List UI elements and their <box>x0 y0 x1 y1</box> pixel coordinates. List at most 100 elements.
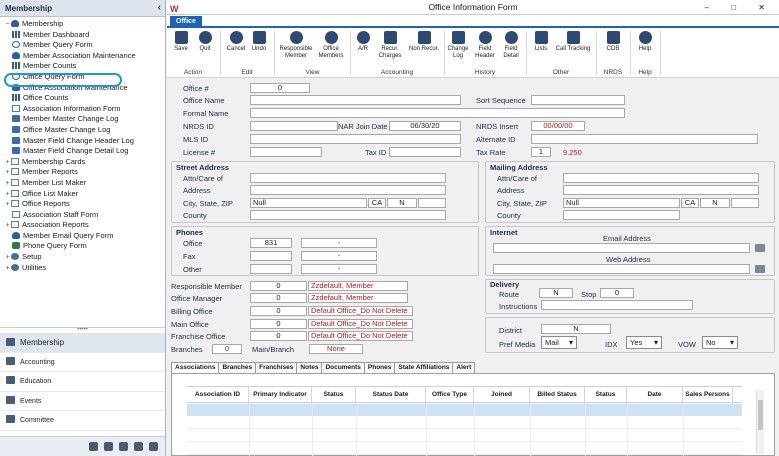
database-icon[interactable] <box>89 442 98 451</box>
nar-join-date-field[interactable]: 06/30/20 <box>389 121 461 131</box>
sidebar-item-office-query-form[interactable]: Office Query Form <box>0 72 165 83</box>
sidebar-item-member-list-maker[interactable]: + Member List Maker <box>0 178 165 189</box>
module-events[interactable]: Events <box>0 392 165 411</box>
street-attn-field[interactable] <box>250 173 446 183</box>
tab-associations[interactable]: Associations <box>171 362 220 373</box>
call-tracking-button[interactable]: Call Tracking <box>555 31 591 53</box>
idx-select[interactable]: Yes <box>626 336 662 349</box>
column-sales-persons[interactable]: Sales Persons <box>683 387 733 404</box>
associations-grid[interactable]: Association ID Primary Indicator Status … <box>171 373 775 456</box>
sidebar-item-member-email-query-form[interactable]: Member Email Query Form <box>0 231 165 242</box>
help-button[interactable]: Help <box>636 31 654 53</box>
module-education[interactable]: Education <box>0 372 165 392</box>
column-office-type[interactable]: Office Type <box>426 387 474 404</box>
column-primary-indicator[interactable]: Primary Indicator <box>249 387 312 404</box>
grid-selected-row[interactable] <box>187 404 742 416</box>
tab-franchises[interactable]: Franchises <box>255 362 298 373</box>
pref-media-select[interactable]: Mail <box>541 336 577 349</box>
table-row[interactable] <box>187 429 742 442</box>
tab-branches[interactable]: Branches <box>218 362 257 373</box>
street-address-field[interactable] <box>250 185 446 195</box>
recurring-charges-button[interactable]: Recur. Charges <box>376 31 404 60</box>
other-phone-number-field[interactable]: - <box>301 264 377 274</box>
gear-icon[interactable] <box>149 442 158 451</box>
sidebar-item-association-reports[interactable]: + Association Reports <box>0 220 165 231</box>
email-address-field[interactable] <box>493 243 750 253</box>
sidebar-item-association-staff-form[interactable]: Association Staff Form <box>0 210 165 221</box>
cancel-button[interactable]: Cancel <box>225 31 247 53</box>
sidebar-item-membership-cards[interactable]: + Membership Cards <box>0 157 165 168</box>
sidebar-item-phone-query-form[interactable]: Phone Query Form <box>0 241 165 252</box>
field-detail-button[interactable]: Field Detail <box>500 31 522 60</box>
route-field[interactable]: N <box>539 288 573 298</box>
window-controls[interactable]: ‒ □ ✕ <box>705 0 775 15</box>
column-status-2[interactable]: Status <box>585 387 627 404</box>
tax-rate-code-field[interactable]: 1 <box>531 147 551 157</box>
sidebar-item-member-reports[interactable]: + Member Reports <box>0 167 165 178</box>
nrds-id-field[interactable] <box>250 121 338 131</box>
forms-icon[interactable] <box>134 442 143 451</box>
save-button[interactable]: Save <box>172 31 190 53</box>
sidebar-item-office-reports[interactable]: + Office Reports <box>0 199 165 210</box>
responsible-member-id-field[interactable]: 0 <box>250 281 307 291</box>
tab-notes[interactable]: Notes <box>296 362 323 373</box>
license-field[interactable] <box>250 147 322 157</box>
table-row[interactable] <box>187 416 742 429</box>
mailing-attn-field[interactable] <box>563 173 759 183</box>
column-association-id[interactable]: Association ID <box>187 387 249 404</box>
street-city-field[interactable]: Null <box>250 198 367 208</box>
formal-name-field[interactable] <box>250 108 625 118</box>
office-phone-number-field[interactable]: - <box>301 238 377 248</box>
grid-scrollbar[interactable] <box>756 390 764 454</box>
sort-sequence-field[interactable] <box>531 95 625 105</box>
mailing-state-field[interactable]: CA <box>681 198 699 208</box>
district-field[interactable]: N <box>541 324 611 334</box>
sidebar-item-office-counts[interactable]: Office Counts <box>0 93 165 104</box>
street-county-field[interactable] <box>250 210 446 220</box>
tab-phones[interactable]: Phones <box>363 362 396 373</box>
module-committee[interactable]: Committee <box>0 411 165 431</box>
mailing-city-field[interactable]: Null <box>563 198 680 208</box>
sidebar-item-office-master-change-log[interactable]: Office Master Change Log <box>0 125 165 136</box>
sidebar-item-master-field-change-detail-log[interactable]: Master Field Change Detail Log <box>0 146 165 157</box>
briefcase-icon[interactable] <box>119 442 128 451</box>
fax-number-field[interactable]: - <box>301 251 377 261</box>
tab-office[interactable]: Office <box>170 16 202 28</box>
vow-select[interactable]: No <box>702 336 738 349</box>
web-address-field[interactable] <box>493 264 750 274</box>
office-phone-area-field[interactable]: 831 <box>250 238 292 248</box>
column-joined[interactable]: Joined <box>474 387 530 404</box>
change-log-button[interactable]: Change Log <box>447 31 469 60</box>
link-icon[interactable] <box>755 265 765 273</box>
sidebar-item-office-list-maker[interactable]: + Office List Maker <box>0 189 165 200</box>
mls-id-field[interactable] <box>250 134 461 144</box>
instructions-field[interactable] <box>541 300 693 310</box>
scrollbar-thumb[interactable] <box>758 400 763 430</box>
alternate-id-field[interactable] <box>531 134 758 144</box>
sidebar-item-master-field-change-header-log[interactable]: Master Field Change Header Log <box>0 136 165 147</box>
sidebar-item-member-association-maintenance[interactable]: Member Association Maintenance <box>0 51 165 62</box>
sidebar-item-member-dashboard[interactable]: Member Dashboard <box>0 30 165 41</box>
sidebar-splitter[interactable]: ••••• <box>0 327 165 333</box>
tax-id-field[interactable] <box>389 147 461 157</box>
tab-documents[interactable]: Documents <box>321 362 365 373</box>
column-status-date[interactable]: Status Date <box>356 387 426 404</box>
office-manager-id-field[interactable]: 0 <box>250 293 307 303</box>
branches-field[interactable]: 0 <box>212 344 242 354</box>
undo-button[interactable]: Undo <box>250 31 268 53</box>
nrds-insert-field[interactable]: 00/00/00 <box>531 121 585 131</box>
office-members-button[interactable]: Office Members <box>317 31 345 60</box>
street-zip-field[interactable]: N <box>387 198 417 208</box>
email-icon[interactable] <box>755 244 765 252</box>
quit-button[interactable]: Quit <box>196 31 214 53</box>
expand-icon[interactable]: + <box>4 264 11 275</box>
sidebar-item-member-counts[interactable]: Member Counts <box>0 61 165 72</box>
street-zip4-field[interactable] <box>418 198 446 208</box>
responsible-member-button[interactable]: Responsible Member <box>278 31 314 60</box>
franchise-office-id-field[interactable]: 0 <box>250 331 307 341</box>
fax-area-field[interactable] <box>250 251 292 261</box>
column-date[interactable]: Date <box>627 387 683 404</box>
mailing-county-field[interactable] <box>563 210 680 220</box>
tab-state-affiliations[interactable]: State Affiliations <box>394 362 454 373</box>
sidebar-item-office-association-maintenance[interactable]: Office Association Maintenance <box>0 83 165 94</box>
